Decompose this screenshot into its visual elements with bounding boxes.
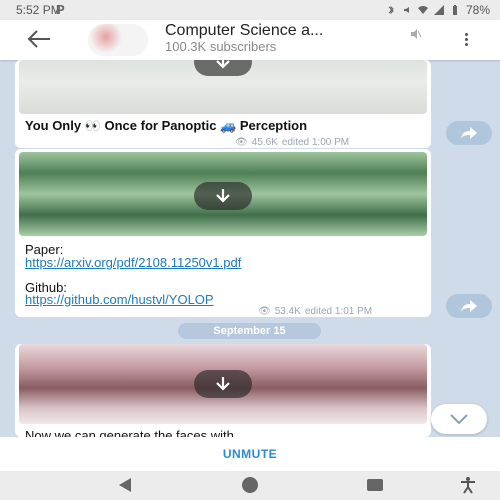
channel-title[interactable]: Computer Science a... <box>165 22 323 40</box>
eye-icon: 👁 <box>258 306 271 317</box>
unmute-button[interactable]: UNMUTE <box>0 437 500 471</box>
message-meta: 👁 53.4K edited 1:01 PM <box>258 306 372 317</box>
download-icon[interactable] <box>194 182 252 210</box>
message-title: You Only 👀 Once for Panoptic 🚙 Perceptio… <box>25 118 308 133</box>
more-vertical-icon[interactable] <box>458 31 474 51</box>
eye-icon: 👁 <box>235 137 248 148</box>
message-card: Now we can generate the faces with <box>15 344 431 437</box>
battery-icon <box>452 5 457 15</box>
scroll-down-button[interactable] <box>431 404 487 434</box>
channel-header: Computer Science a... 100.3K subscribers <box>0 20 500 60</box>
download-icon[interactable] <box>194 60 252 76</box>
view-count: 53.4K <box>274 306 301 317</box>
github-link[interactable]: https://github.com/hustvl/YOLOP <box>25 292 214 307</box>
paper-link[interactable]: https://arxiv.org/pdf/2108.11250v1.pdf <box>25 255 241 270</box>
bluetooth-icon <box>388 5 394 15</box>
status-time: 5:52 PM <box>16 3 61 17</box>
mute-status-icon <box>403 7 409 13</box>
share-icon[interactable] <box>446 294 492 318</box>
message-meta: 👁 45.6K edited 1:00 PM <box>235 137 349 148</box>
download-icon[interactable] <box>194 370 252 398</box>
back-triangle-icon[interactable] <box>116 476 134 494</box>
chevron-down-icon <box>450 414 468 425</box>
recents-square-icon[interactable] <box>366 476 384 494</box>
edited-time: edited 1:01 PM <box>304 306 373 317</box>
date-separator: September 15 <box>178 323 321 339</box>
share-icon[interactable] <box>446 121 492 145</box>
status-bar: 5:52 PM P 78% <box>0 0 500 20</box>
media-preview[interactable] <box>19 60 427 114</box>
media-preview[interactable] <box>19 152 427 236</box>
app-notification-icon: P <box>56 2 65 17</box>
message-card: You Only 👀 Once for Panoptic 🚙 Perceptio… <box>15 60 431 148</box>
mute-icon <box>411 29 422 39</box>
system-navigation-bar <box>0 471 500 500</box>
subscriber-count: 100.3K subscribers <box>165 39 277 54</box>
wifi-icon <box>417 6 428 14</box>
status-icons: 78% <box>386 3 490 17</box>
signal-icon <box>433 5 444 15</box>
battery-level: 78% <box>465 3 490 17</box>
message-card: Paper: https://arxiv.org/pdf/2108.11250v… <box>15 149 431 317</box>
view-count: 45.6K <box>251 137 278 148</box>
arrow-left-icon[interactable] <box>26 28 52 50</box>
accessibility-icon[interactable] <box>459 476 477 494</box>
message-text: Now we can generate the faces with <box>25 428 234 437</box>
channel-avatar[interactable] <box>88 24 148 56</box>
edited-time: edited 1:00 PM <box>281 137 350 148</box>
media-preview[interactable] <box>19 344 427 424</box>
home-circle-icon[interactable] <box>240 476 260 494</box>
